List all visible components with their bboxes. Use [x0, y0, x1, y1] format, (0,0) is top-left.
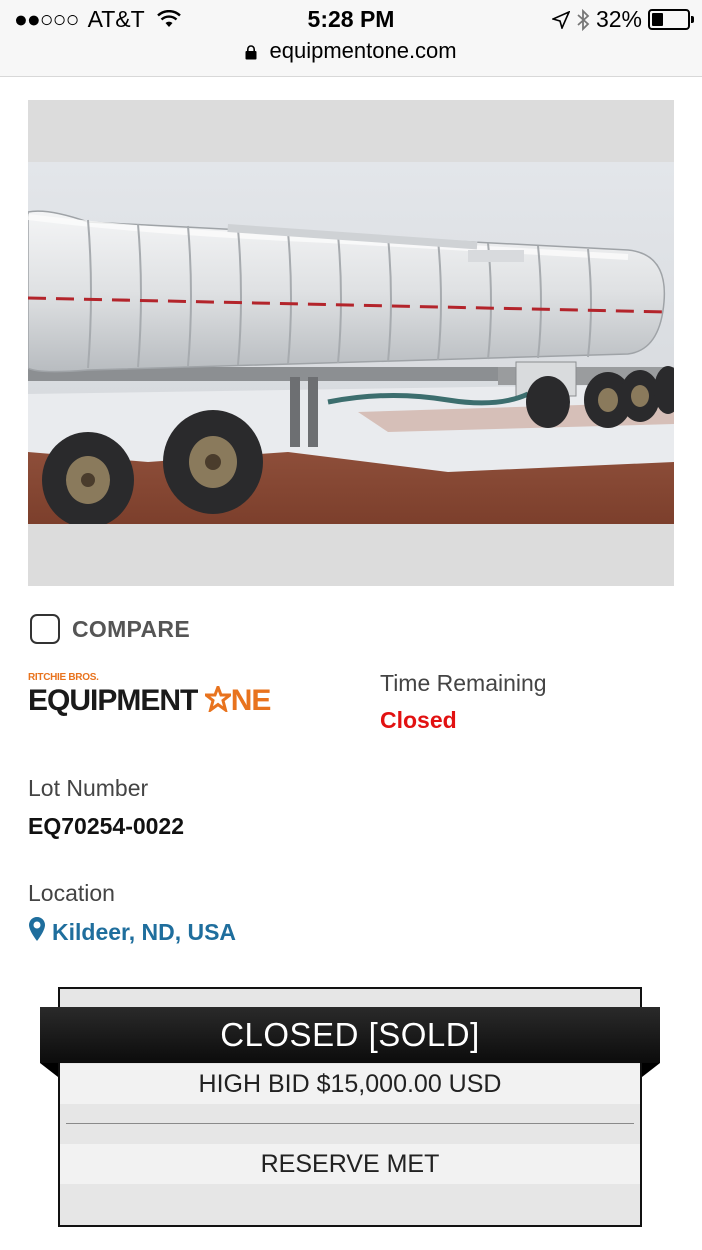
status-icons: 32%: [551, 6, 694, 33]
location-link[interactable]: Kildeer, ND, USA: [28, 916, 236, 948]
location-label: Location: [28, 880, 115, 906]
lock-icon: [245, 40, 257, 66]
compare-checkbox[interactable]: [30, 614, 60, 644]
seller-logo: RITCHIE BROS. EQUIPMENT NE: [28, 672, 298, 722]
compare-label: COMPARE: [72, 615, 190, 642]
ribbon-fold-left: [40, 1063, 58, 1077]
time-remaining-value: Closed: [380, 707, 457, 733]
battery-fill: [652, 13, 663, 26]
status-bar: ●●○○○ AT&T 5:28 PM 32% equipmentone.com: [0, 0, 702, 77]
compare-toggle[interactable]: COMPARE: [30, 614, 190, 644]
equipment-photo[interactable]: [28, 162, 674, 524]
equipment-photo-frame: [28, 100, 674, 586]
high-bid-text: HIGH BID $15,000.00 USD: [60, 1064, 640, 1104]
auction-status-ribbon: CLOSED [SOLD]: [40, 1007, 660, 1063]
logo-small-text: RITCHIE BROS.: [28, 672, 99, 683]
location-value: Kildeer, ND, USA: [52, 918, 237, 945]
bid-divider: [66, 1123, 634, 1124]
battery-icon: [648, 9, 694, 30]
time-remaining-label: Time Remaining: [380, 670, 547, 696]
lot-number-value: EQ70254-0022: [28, 813, 185, 839]
logo-one-text: NE: [230, 684, 272, 717]
battery-percent: 32%: [595, 6, 642, 32]
logo-star-icon: [201, 682, 235, 720]
location-arrow-icon: [551, 10, 570, 29]
reserve-status-text: RESERVE MET: [60, 1144, 640, 1184]
lot-number-label: Lot Number: [28, 775, 149, 801]
bluetooth-icon: [576, 8, 590, 31]
logo-main-text: EQUIPMENT NE: [28, 682, 272, 720]
logo-equipment-text: EQUIPMENT: [28, 684, 198, 717]
map-pin-icon: [28, 916, 46, 948]
address-bar[interactable]: equipmentone.com: [0, 38, 702, 66]
url-text: equipmentone.com: [269, 38, 457, 63]
ribbon-fold-right: [642, 1063, 660, 1077]
